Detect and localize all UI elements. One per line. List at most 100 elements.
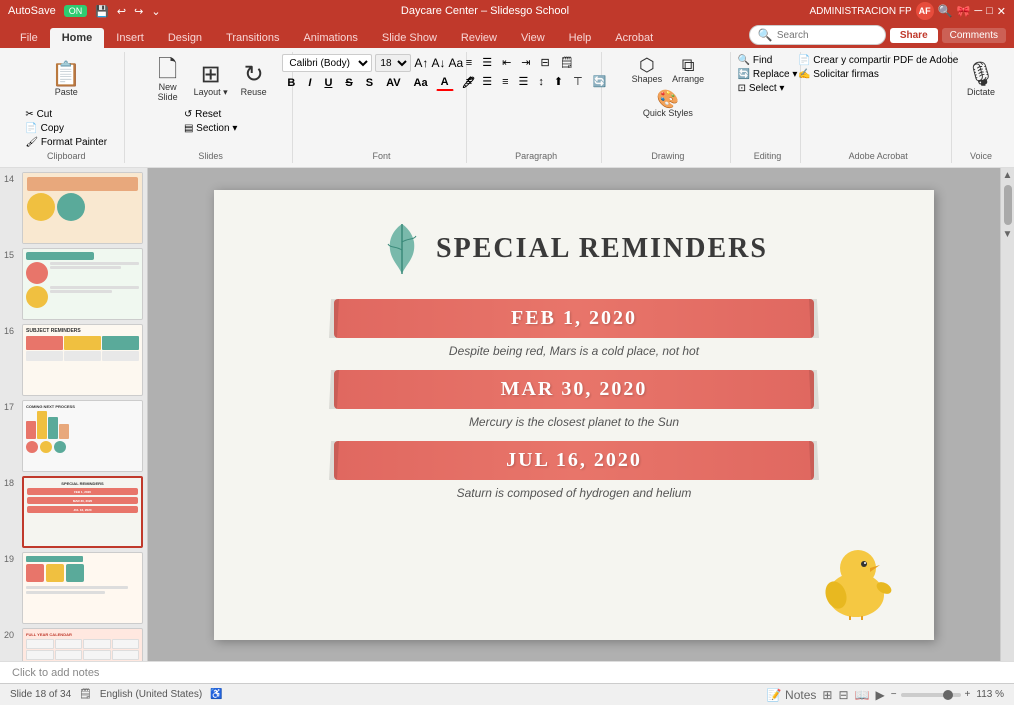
notes-icon[interactable]: 🗒 bbox=[79, 689, 92, 700]
slide-canvas[interactable]: SPECIAL REMINDERS FEB 1, 2020 Despite be… bbox=[214, 190, 934, 640]
align-text-button[interactable]: ⊤ bbox=[569, 73, 587, 90]
tab-insert[interactable]: Insert bbox=[104, 28, 156, 48]
notes-view-btn[interactable]: 📝 Notes bbox=[767, 688, 817, 702]
user-avatar[interactable]: AF bbox=[916, 2, 934, 20]
save-icon[interactable]: 💾 bbox=[95, 5, 109, 18]
scroll-down-arrow[interactable]: ▼ bbox=[1003, 229, 1013, 240]
zoom-slider[interactable] bbox=[901, 693, 961, 697]
format-painter-button[interactable]: 🖌 Format Painter bbox=[21, 136, 111, 149]
customize-icon[interactable]: ⌄ bbox=[151, 5, 160, 18]
slide-item-16[interactable]: 16 SUBJECT REMINDERS bbox=[4, 324, 143, 396]
zoom-slider-thumb[interactable] bbox=[943, 690, 953, 700]
slide-item-14[interactable]: 14 bbox=[4, 172, 143, 244]
slide-item-15[interactable]: 15 bbox=[4, 248, 143, 320]
decrease-indent-button[interactable]: ⇤ bbox=[498, 54, 515, 71]
cut-button[interactable]: ✂ Cut bbox=[21, 108, 111, 121]
arrange-button[interactable]: ⧉ Arrange bbox=[668, 54, 708, 86]
font-color-button[interactable]: A bbox=[436, 74, 454, 91]
decrease-font-icon[interactable]: A↓ bbox=[431, 56, 445, 70]
numbering-button[interactable]: ☰ bbox=[478, 54, 496, 71]
tab-view[interactable]: View bbox=[509, 28, 557, 48]
zoom-control[interactable]: − + bbox=[891, 689, 971, 700]
change-case-button[interactable]: Aa bbox=[409, 75, 433, 91]
layout-button[interactable]: ⊞ Layout ▾ bbox=[190, 54, 232, 106]
reading-view-btn[interactable]: 📖 bbox=[855, 688, 870, 702]
new-slide-button[interactable]: 🗋 New Slide bbox=[148, 54, 188, 106]
close-icon[interactable]: ✕ bbox=[997, 5, 1006, 18]
justify-button[interactable]: ☰ bbox=[515, 73, 533, 90]
tab-file[interactable]: File bbox=[8, 28, 50, 48]
slide-sorter-btn[interactable]: ⊟ bbox=[838, 688, 848, 702]
slide-thumb-14[interactable] bbox=[22, 172, 143, 244]
zoom-level[interactable]: 113 % bbox=[976, 689, 1004, 700]
zoom-out-btn[interactable]: − bbox=[891, 689, 897, 700]
align-right-button[interactable]: ≡ bbox=[498, 74, 512, 90]
share-button[interactable]: Share bbox=[890, 28, 938, 43]
slide-item-17[interactable]: 17 COMING NEXT PROCESS bbox=[4, 400, 143, 472]
slides-panel[interactable]: 14 15 bbox=[0, 168, 148, 661]
request-signatures-button[interactable]: ✍ Solicitar firmas bbox=[794, 68, 962, 81]
normal-view-btn[interactable]: ⊞ bbox=[822, 688, 832, 702]
shadow-button[interactable]: S bbox=[361, 75, 378, 91]
increase-font-icon[interactable]: A↑ bbox=[414, 56, 428, 70]
section-button[interactable]: ▤ Section ▾ bbox=[180, 122, 241, 135]
paste-button[interactable]: 📋 Paste bbox=[46, 54, 86, 106]
font-size-select[interactable]: 18 bbox=[375, 54, 411, 72]
find-button[interactable]: 🔍 Find bbox=[734, 54, 802, 67]
replace-button[interactable]: 🔄 Replace ▾ bbox=[734, 68, 802, 81]
select-button[interactable]: ⊡ Select ▾ bbox=[734, 82, 802, 95]
scroll-thumb[interactable] bbox=[1004, 185, 1012, 225]
tab-transitions[interactable]: Transitions bbox=[214, 28, 291, 48]
zoom-in-btn[interactable]: + bbox=[965, 689, 971, 700]
slide-thumb-15[interactable] bbox=[22, 248, 143, 320]
slide-thumb-19[interactable] bbox=[22, 552, 143, 624]
create-pdf-button[interactable]: 📄 Crear y compartir PDF de Adobe bbox=[794, 54, 962, 67]
search-input[interactable] bbox=[777, 30, 877, 41]
reuse-button[interactable]: ↻ Reuse bbox=[234, 54, 274, 106]
ribbon-toggle-icon[interactable]: 🎀 bbox=[957, 5, 971, 18]
char-spacing-button[interactable]: AV bbox=[381, 75, 405, 91]
right-scrollbar[interactable]: ▲ ▼ bbox=[1000, 168, 1014, 661]
increase-indent-button[interactable]: ⇥ bbox=[517, 54, 534, 71]
slide-thumb-16[interactable]: SUBJECT REMINDERS bbox=[22, 324, 143, 396]
columns-button[interactable]: ⊟ bbox=[537, 54, 554, 71]
reset-button[interactable]: ↺ Reset bbox=[180, 108, 241, 121]
slideshow-btn[interactable]: ▶ bbox=[875, 688, 884, 702]
search-box[interactable]: 🔍 bbox=[749, 25, 886, 45]
comments-button[interactable]: Comments bbox=[942, 28, 1006, 43]
accessibility-icon[interactable]: ♿ bbox=[210, 689, 222, 700]
quick-styles-button[interactable]: 🎨 Quick Styles bbox=[639, 88, 697, 120]
copy-button[interactable]: 📄 Copy bbox=[21, 122, 111, 135]
shapes-button[interactable]: ⬡ Shapes bbox=[628, 54, 667, 86]
slide-item-20[interactable]: 20 FULL YEAR CALENDAR bbox=[4, 628, 143, 661]
slide-item-19[interactable]: 19 bbox=[4, 552, 143, 624]
tab-help[interactable]: Help bbox=[557, 28, 604, 48]
strikethrough-button[interactable]: S bbox=[340, 75, 357, 91]
smart-art-button[interactable]: 🗒 bbox=[556, 54, 578, 71]
language[interactable]: English (United States) bbox=[100, 689, 202, 700]
tab-design[interactable]: Design bbox=[156, 28, 214, 48]
italic-button[interactable]: I bbox=[303, 75, 316, 91]
underline-button[interactable]: U bbox=[319, 75, 337, 91]
text-direction-button[interactable]: ⬆ bbox=[550, 73, 567, 90]
slide-thumb-20[interactable]: FULL YEAR CALENDAR bbox=[22, 628, 143, 661]
tab-animations[interactable]: Animations bbox=[291, 28, 369, 48]
minimize-icon[interactable]: ─ bbox=[974, 5, 982, 17]
tab-home[interactable]: Home bbox=[50, 28, 105, 48]
bullets-button[interactable]: ≡ bbox=[462, 55, 476, 71]
notes-bar[interactable]: Click to add notes bbox=[0, 661, 1014, 683]
autosave-badge[interactable]: ON bbox=[64, 5, 88, 17]
align-center-button[interactable]: ☰ bbox=[478, 73, 496, 90]
bold-button[interactable]: B bbox=[282, 75, 300, 91]
scroll-up-arrow[interactable]: ▲ bbox=[1003, 170, 1013, 181]
maximize-icon[interactable]: □ bbox=[986, 5, 993, 17]
tab-acrobat[interactable]: Acrobat bbox=[603, 28, 665, 48]
slide-thumb-17[interactable]: COMING NEXT PROCESS bbox=[22, 400, 143, 472]
line-spacing-button[interactable]: ↕ bbox=[534, 74, 548, 90]
font-family-select[interactable]: Calibri (Body) bbox=[282, 54, 372, 72]
slide-item-18[interactable]: 18 SPECIAL REMINDERS FEB 1, 2020 MAR 30,… bbox=[4, 476, 143, 548]
tab-slideshow[interactable]: Slide Show bbox=[370, 28, 449, 48]
redo-icon[interactable]: ↪ bbox=[134, 5, 143, 18]
dictate-button[interactable]: 🎙 Dictate bbox=[961, 54, 1001, 106]
search-icon[interactable]: 🔍 bbox=[938, 4, 953, 18]
